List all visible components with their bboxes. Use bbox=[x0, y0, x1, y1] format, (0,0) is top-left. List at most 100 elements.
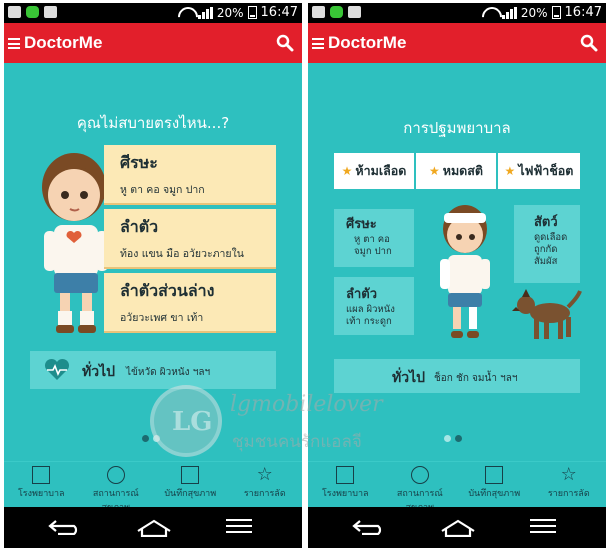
body-part-torso-button[interactable]: ลำตัว ท้อง แขน มือ อวัยวะภายใน bbox=[104, 209, 276, 269]
battery-icon bbox=[247, 6, 257, 19]
card-subtitle: หู ตา คอ bbox=[354, 234, 390, 245]
system-navigation-bar bbox=[308, 507, 606, 548]
system-navigation-bar bbox=[4, 507, 302, 548]
menu-icon[interactable] bbox=[530, 519, 556, 533]
search-icon[interactable] bbox=[276, 34, 294, 52]
battery-percent: 20% bbox=[520, 5, 548, 20]
clock: 16:47 bbox=[564, 5, 602, 20]
first-aid-animal-button[interactable]: สัตว์ ดูดเลือด ถูกกัด สัมผัส bbox=[514, 205, 580, 283]
general-title: ทั่วไป bbox=[392, 370, 426, 386]
dog-illustration bbox=[512, 289, 582, 339]
page-dot-active bbox=[455, 435, 462, 442]
menu-icon[interactable] bbox=[226, 519, 252, 533]
general-subtitle: ช็อก ชัก จมน้ำ ฯลฯ bbox=[434, 373, 518, 384]
tab-electric-shock[interactable]: ★ ไฟฟ้าช็อต bbox=[498, 153, 580, 189]
page-dot-active bbox=[142, 435, 149, 442]
left-phone-screen: 20% 16:47 DoctorMe คุณไม่สบายตรงไหน...? bbox=[4, 3, 302, 548]
check-notification-icon bbox=[44, 6, 57, 18]
tab-stop-bleeding[interactable]: ★ ห้ามเลือด bbox=[334, 153, 414, 189]
hospital-icon bbox=[32, 466, 51, 484]
star-icon: ★ bbox=[428, 164, 440, 178]
nav-label: บันทึกสุขภาพ bbox=[164, 489, 217, 499]
nav-health-record[interactable]: บันทึกสุขภาพ bbox=[457, 462, 532, 507]
status-bar: 20% 16:47 bbox=[4, 3, 302, 23]
clipboard-icon bbox=[181, 466, 200, 484]
logo-text: LG bbox=[172, 407, 213, 437]
app-bar: DoctorMe bbox=[308, 23, 606, 63]
bottom-navigation: โรงพยาบาล สถานการณ์ สุขภาพ บันทึกสุขภาพ … bbox=[4, 461, 303, 513]
nav-shortcuts[interactable]: ☆ รายการลัด bbox=[532, 462, 607, 507]
card-subtitle: แผล ผิวหนัง bbox=[346, 304, 395, 315]
line-notification-icon bbox=[26, 6, 39, 18]
battery-icon bbox=[551, 6, 561, 19]
injured-boy-illustration bbox=[440, 205, 490, 338]
body-part-subtitle: ท้อง แขน มือ อวัยวะภายใน bbox=[120, 248, 244, 260]
hamburger-menu-icon[interactable] bbox=[8, 38, 20, 49]
check-notification-icon bbox=[348, 6, 361, 18]
star-icon: ★ bbox=[341, 164, 353, 178]
hamburger-menu-icon[interactable] bbox=[312, 38, 324, 49]
target-icon bbox=[106, 466, 125, 484]
star-icon: ☆ bbox=[256, 464, 273, 485]
nav-label: บันทึกสุขภาพ bbox=[468, 489, 521, 499]
status-bar: 20% 16:47 bbox=[308, 3, 606, 23]
gallery-notification-icon bbox=[8, 6, 21, 18]
right-phone-screen: 20% 16:47 DoctorMe การปฐมพยาบาล ★ ห้ามเลื… bbox=[308, 3, 606, 548]
page-indicator bbox=[444, 435, 462, 442]
nav-hospital[interactable]: โรงพยาบาล bbox=[308, 462, 383, 507]
card-subtitle: ดูดเลือด bbox=[534, 232, 568, 243]
signal-icon bbox=[501, 6, 517, 19]
watermark-subtext: ชุมชนคนรักแอลจี bbox=[232, 432, 362, 452]
nav-label: สถานการณ์ bbox=[92, 489, 139, 499]
app-title: DoctorMe bbox=[24, 33, 103, 52]
body-part-title: ศีรษะ bbox=[120, 153, 158, 172]
tab-label: ห้ามเลือด bbox=[355, 163, 407, 178]
card-subtitle: ถูกกัด bbox=[534, 244, 558, 255]
home-icon[interactable] bbox=[440, 519, 476, 537]
signal-icon bbox=[197, 6, 213, 19]
app-bar: DoctorMe bbox=[4, 23, 302, 63]
card-title: สัตว์ bbox=[534, 215, 558, 230]
nav-label: สถานการณ์ bbox=[396, 489, 443, 499]
nav-health-record[interactable]: บันทึกสุขภาพ bbox=[153, 462, 228, 507]
app-title: DoctorMe bbox=[328, 33, 407, 52]
search-icon[interactable] bbox=[580, 34, 598, 52]
general-subtitle: ไข้หวัด ผิวหนัง ฯลฯ bbox=[126, 367, 211, 378]
clipboard-icon bbox=[485, 466, 504, 484]
nav-health-situation[interactable]: สถานการณ์ สุขภาพ bbox=[383, 462, 458, 513]
home-icon[interactable] bbox=[136, 519, 172, 537]
back-icon[interactable] bbox=[352, 519, 386, 535]
bottom-navigation: โรงพยาบาล สถานการณ์ สุขภาพ บันทึกสุขภาพ … bbox=[308, 461, 607, 513]
gallery-notification-icon bbox=[312, 6, 325, 18]
general-category-button[interactable]: ทั่วไป ไข้หวัด ผิวหนัง ฯลฯ bbox=[30, 351, 276, 389]
star-icon: ★ bbox=[504, 164, 516, 178]
tab-unconscious[interactable]: ★ หมดสติ bbox=[416, 153, 496, 189]
nav-shortcuts[interactable]: ☆ รายการลัด bbox=[228, 462, 303, 507]
target-icon bbox=[410, 466, 429, 484]
body-part-title: ลำตัว bbox=[120, 217, 159, 236]
nav-health-situation[interactable]: สถานการณ์ สุขภาพ bbox=[79, 462, 154, 513]
first-aid-body-button[interactable]: ลำตัว แผล ผิวหนัง เท้า กระดูก bbox=[334, 277, 414, 335]
page-dot bbox=[444, 435, 451, 442]
wifi-icon bbox=[178, 7, 194, 19]
first-aid-head-button[interactable]: ศีรษะ หู ตา คอ จมูก ปาก bbox=[334, 209, 414, 267]
line-notification-icon bbox=[330, 6, 343, 18]
hospital-icon bbox=[336, 466, 355, 484]
nav-label: รายการลัด bbox=[243, 489, 286, 499]
tab-label: หมดสติ bbox=[442, 163, 484, 178]
body-part-head-button[interactable]: ศีรษะ หู ตา คอ จมูก ปาก bbox=[104, 145, 276, 205]
body-part-subtitle: อวัยวะเพศ ขา เท้า bbox=[120, 312, 204, 324]
nav-label: โรงพยาบาล bbox=[17, 489, 65, 499]
card-subtitle: เท้า กระดูก bbox=[346, 316, 392, 327]
nav-label: โรงพยาบาล bbox=[321, 489, 369, 499]
nav-hospital[interactable]: โรงพยาบาล bbox=[4, 462, 79, 507]
body-part-title: ลำตัวส่วนล่าง bbox=[120, 281, 215, 300]
back-icon[interactable] bbox=[48, 519, 82, 535]
general-category-button[interactable]: ทั่วไป ช็อก ชัก จมน้ำ ฯลฯ bbox=[334, 359, 580, 393]
clock: 16:47 bbox=[260, 5, 298, 20]
card-title: ศีรษะ bbox=[346, 217, 377, 232]
heartbeat-icon bbox=[44, 358, 70, 380]
page-heading: คุณไม่สบายตรงไหน...? bbox=[76, 114, 230, 132]
body-part-lower-button[interactable]: ลำตัวส่วนล่าง อวัยวะเพศ ขา เท้า bbox=[104, 273, 276, 333]
nav-label: รายการลัด bbox=[547, 489, 590, 499]
